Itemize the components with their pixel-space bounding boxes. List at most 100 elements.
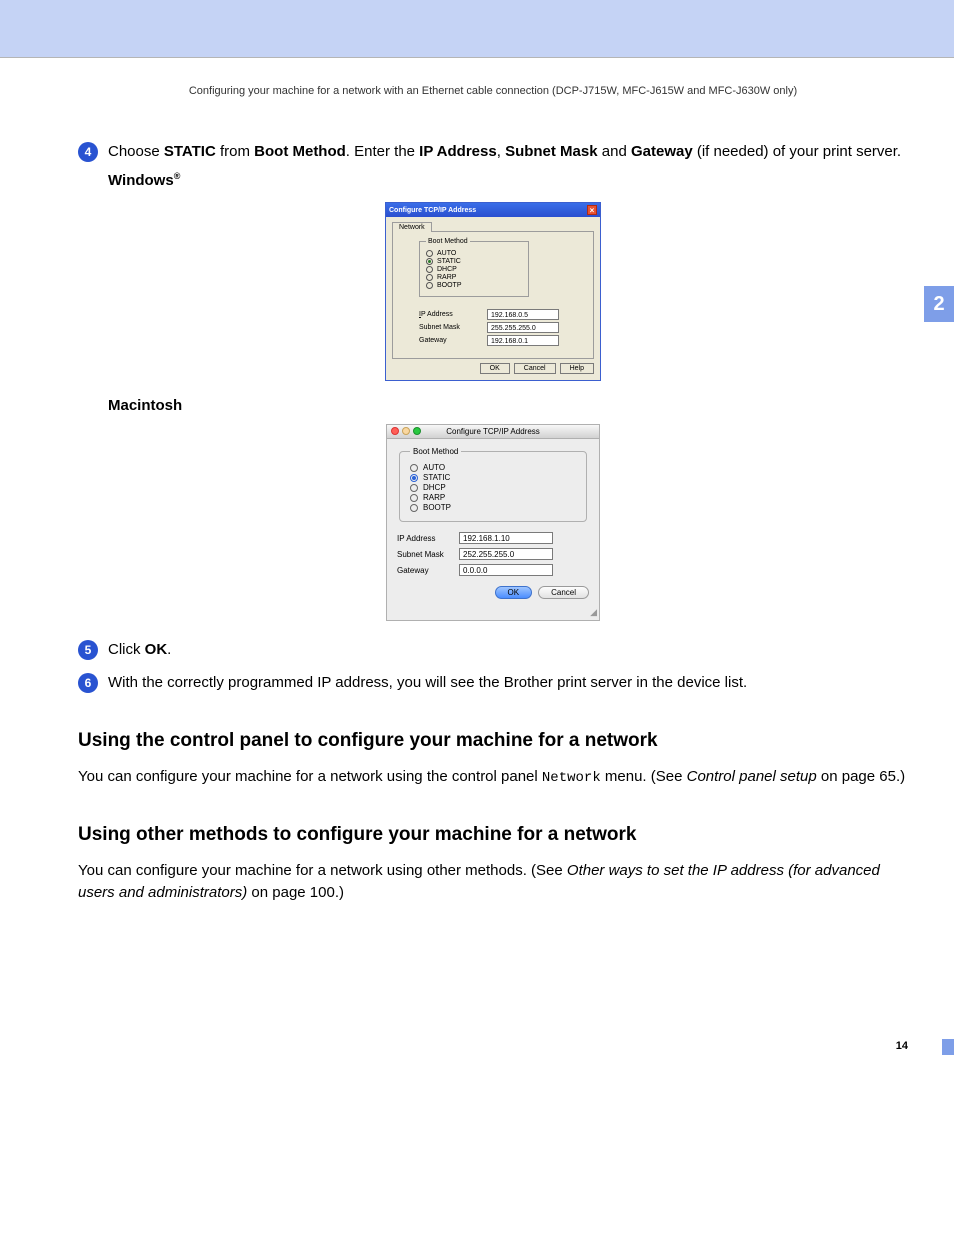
step-6-body: With the correctly programmed IP address… xyxy=(108,672,908,695)
cancel-button[interactable]: Cancel xyxy=(538,586,589,599)
gateway-input[interactable]: 0.0.0.0 xyxy=(459,564,553,576)
subnet-mask-input[interactable]: 255.255.255.0 xyxy=(487,322,559,333)
radio-static[interactable]: STATIC xyxy=(426,258,522,265)
mac-titlebar: Configure TCP/IP Address xyxy=(387,425,599,439)
radio-icon xyxy=(410,484,418,492)
mac-button-row: OK Cancel xyxy=(397,580,589,599)
page-content: 2 Configuring your machine for a network… xyxy=(0,58,954,1072)
resize-handle-icon[interactable]: ◢ xyxy=(387,607,599,620)
os-label-macintosh: Macintosh xyxy=(108,397,908,414)
windows-titlebar: Configure TCP/IP Address × xyxy=(386,203,600,217)
cancel-button[interactable]: Cancel xyxy=(514,363,556,374)
mask-label: Subnet Mask xyxy=(419,324,479,331)
windows-dialog-figure: Configure TCP/IP Address × Network Boot … xyxy=(78,202,908,381)
gateway-input[interactable]: 192.168.0.1 xyxy=(487,335,559,346)
step-4: 4 Choose STATIC from Boot Method. Enter … xyxy=(78,141,908,192)
radio-icon xyxy=(410,474,418,482)
step-badge-4: 4 xyxy=(78,142,98,162)
xref: Control panel setup xyxy=(687,768,817,785)
radio-bootp[interactable]: BOOTP xyxy=(410,503,576,512)
radio-rarp[interactable]: RARP xyxy=(410,493,576,502)
zoom-icon[interactable] xyxy=(413,427,421,435)
chapter-tab: 2 xyxy=(924,286,954,322)
bold: Boot Method xyxy=(254,143,346,160)
radio-static[interactable]: STATIC xyxy=(410,473,576,482)
radio-icon xyxy=(426,250,433,257)
mac-title-text: Configure TCP/IP Address xyxy=(446,427,540,436)
step-4-body: Choose STATIC from Boot Method. Enter th… xyxy=(108,141,908,192)
gateway-row: Gateway 192.168.0.1 xyxy=(419,335,583,346)
step-badge-5: 5 xyxy=(78,640,98,660)
radio-icon xyxy=(426,282,433,289)
subnet-mask-row: Subnet Mask 252.255.255.0 xyxy=(397,548,589,560)
step-badge-6: 6 xyxy=(78,673,98,693)
text: You can configure your machine for a net… xyxy=(78,768,542,785)
os-label-windows: Windows® xyxy=(108,170,908,193)
bold: Subnet Mask xyxy=(505,143,598,160)
radio-auto[interactable]: AUTO xyxy=(426,250,522,257)
section1-paragraph: You can configure your machine for a net… xyxy=(78,766,908,788)
windows-dialog: Configure TCP/IP Address × Network Boot … xyxy=(385,202,601,381)
radio-icon xyxy=(426,274,433,281)
text: You can configure your machine for a net… xyxy=(78,862,567,879)
boot-method-fieldset: Boot Method AUTO STATIC DHCP RARP BOOTP xyxy=(419,238,529,297)
radio-icon xyxy=(410,464,418,472)
gateway-row: Gateway 0.0.0.0 xyxy=(397,564,589,576)
text: on page 65.) xyxy=(817,768,905,785)
top-banner xyxy=(0,0,954,57)
text: Choose xyxy=(108,143,164,160)
windows-button-row: OK Cancel Help xyxy=(392,359,594,374)
ip-label: IIP AddressP Address xyxy=(419,311,479,318)
ip-label: IP Address xyxy=(397,534,451,543)
text: and xyxy=(598,143,631,160)
page-number: 14 xyxy=(896,1040,908,1052)
text: from xyxy=(216,143,254,160)
close-icon[interactable] xyxy=(391,427,399,435)
minimize-icon[interactable] xyxy=(402,427,410,435)
radio-icon xyxy=(410,504,418,512)
mac-dialog: Configure TCP/IP Address Boot Method AUT… xyxy=(386,424,600,621)
close-icon[interactable]: × xyxy=(587,205,597,215)
ip-address-row: IP Address 192.168.1.10 xyxy=(397,532,589,544)
radio-icon xyxy=(426,258,433,265)
step-5: 5 Click OK. xyxy=(78,639,908,662)
mono-text: Network xyxy=(542,770,601,786)
help-button[interactable]: Help xyxy=(560,363,594,374)
running-header: Configuring your machine for a network w… xyxy=(78,85,908,97)
page-number-accent xyxy=(942,1039,954,1055)
ip-address-input[interactable]: 192.168.1.10 xyxy=(459,532,553,544)
gateway-label: Gateway xyxy=(397,566,451,575)
text: , xyxy=(497,143,505,160)
fieldset-legend: Boot Method xyxy=(410,447,461,456)
network-panel: Boot Method AUTO STATIC DHCP RARP BOOTP … xyxy=(392,231,594,359)
ip-address-input[interactable]: 192.168.0.5 xyxy=(487,309,559,320)
bold: IP Address xyxy=(419,143,497,160)
mac-dialog-figure: Configure TCP/IP Address Boot Method AUT… xyxy=(78,424,908,621)
traffic-lights xyxy=(391,427,421,435)
radio-rarp[interactable]: RARP xyxy=(426,274,522,281)
section2-paragraph: You can configure your machine for a net… xyxy=(78,860,908,904)
boot-method-fieldset: Boot Method AUTO STATIC DHCP RARP BOOTP xyxy=(399,447,587,522)
windows-title: Configure TCP/IP Address xyxy=(389,207,476,214)
ok-button[interactable]: OK xyxy=(480,363,510,374)
gateway-label: Gateway xyxy=(419,337,479,344)
tab-network[interactable]: Network xyxy=(392,222,432,232)
text: menu. (See xyxy=(601,768,687,785)
radio-icon xyxy=(426,266,433,273)
bold: STATIC xyxy=(164,143,216,160)
section-heading-other-methods: Using other methods to configure your ma… xyxy=(78,824,908,846)
ok-button[interactable]: OK xyxy=(495,586,533,599)
bold: OK xyxy=(145,641,168,658)
text: (if needed) of your print server. xyxy=(693,143,901,160)
registered-icon: ® xyxy=(174,171,181,181)
radio-dhcp[interactable]: DHCP xyxy=(426,266,522,273)
subnet-mask-row: Subnet Mask 255.255.255.0 xyxy=(419,322,583,333)
radio-dhcp[interactable]: DHCP xyxy=(410,483,576,492)
subnet-mask-input[interactable]: 252.255.255.0 xyxy=(459,548,553,560)
fieldset-legend: Boot Method xyxy=(426,238,470,245)
step-5-body: Click OK. xyxy=(108,639,908,662)
radio-bootp[interactable]: BOOTP xyxy=(426,282,522,289)
section-heading-control-panel: Using the control panel to configure you… xyxy=(78,730,908,752)
text: on page 100.) xyxy=(247,884,344,901)
radio-auto[interactable]: AUTO xyxy=(410,463,576,472)
